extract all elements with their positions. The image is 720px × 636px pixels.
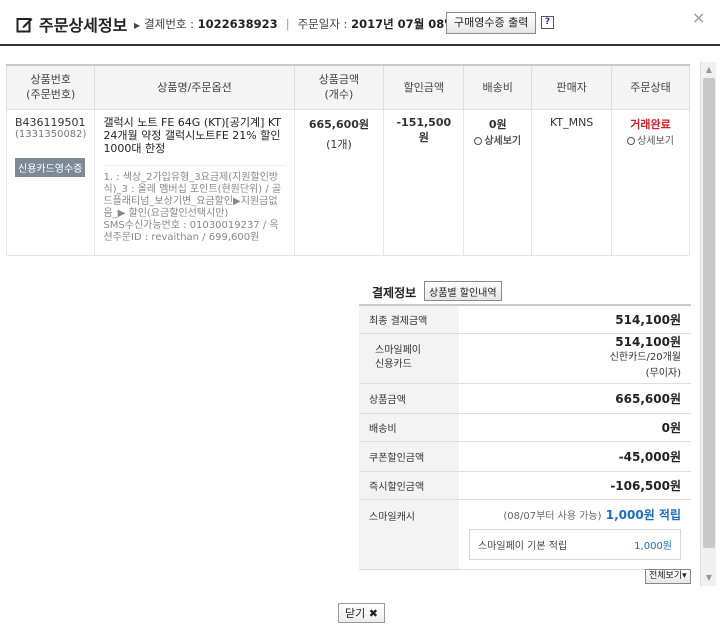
order-no: (1331350082): [15, 128, 87, 140]
order-table: 상품번호 (주문번호) 상품명/주문옵션 상품금액 (개수) 할인금액 배송비 판매…: [5, 64, 690, 256]
header-product-no: 상품번호 (주문번호): [5, 64, 96, 110]
cash-label: 스마일캐시: [359, 499, 459, 570]
scroll-up-icon[interactable]: ▲: [701, 62, 717, 78]
payment-no-label: 결제번호 :: [144, 17, 198, 31]
cash-box-value: 1,000원: [634, 540, 672, 552]
method-label: 스마일페이 신용카드: [359, 333, 459, 384]
table-header-row: 상품번호 (주문번호) 상품명/주문옵션 상품금액 (개수) 할인금액 배송비 판매…: [5, 64, 690, 110]
edit-icon: [16, 17, 33, 32]
header-price-text: 상품금액: [318, 73, 360, 87]
payment-row-final: 최종 결제금액 514,100원: [359, 304, 691, 334]
method-label-smilepay: 스마일페이: [375, 345, 421, 356]
product-no: B436119501: [15, 115, 86, 129]
status-detail-text: 상세보기: [637, 135, 674, 147]
header-qty-text: (개수): [324, 88, 354, 102]
cell-seller: KT_MNS: [531, 108, 613, 256]
product-name[interactable]: 갤럭시 노트 FE 64G (KT)[공기계] KT 24개월 약정 갤럭시노트…: [103, 116, 285, 155]
order-date: 2017년 07월 08일: [351, 17, 455, 31]
scrollbar[interactable]: ▲ ▼: [700, 62, 716, 586]
qty-value: (1개): [326, 137, 352, 151]
cell-product-name: 갤럭시 노트 FE 64G (KT)[공기계] KT 24개월 약정 갤럭시노트…: [94, 108, 295, 256]
payment-row-cash: 스마일캐시 (08/07부터 사용 가능) 1,000원 적립 스마일페이 기본…: [359, 499, 691, 570]
view-all-button[interactable]: 전체보기▾: [645, 569, 691, 584]
page-title: 주문상세정보: [16, 12, 127, 36]
cell-product-no: B436119501 (1331350082) 신용카드영수증: [5, 108, 96, 256]
price-value: 665,600원: [308, 117, 370, 131]
card-interest: (무이자): [645, 368, 681, 379]
coupon-value: -45,000원: [459, 441, 691, 472]
seller-value: KT_MNS: [550, 115, 594, 129]
payment-row-method: 스마일페이 신용카드 514,100원 신한카드/20개월 (무이자): [359, 333, 691, 384]
option-text: 1. : 색상_2가입유형_3요금제(지원할인방식)_3 : 올레 멤버십 포인…: [103, 171, 282, 219]
payment-table: 최종 결제금액 514,100원 스마일페이 신용카드 514,100원 신한카…: [359, 304, 691, 570]
payment-no: 1022638923: [197, 17, 278, 31]
shipping-label: 배송비: [359, 413, 459, 442]
final-value: 514,100원: [459, 304, 691, 334]
card-receipt-button[interactable]: 신용카드영수증: [15, 157, 86, 177]
chevron-right-icon: ▶: [134, 21, 141, 30]
method-label-card: 신용카드: [375, 359, 412, 370]
cell-status: 거래완료 상세보기: [611, 108, 690, 256]
close-button-label: 닫기: [345, 607, 366, 620]
discount-value: -151,500원: [396, 115, 452, 144]
cash-value-cell: (08/07부터 사용 가능) 1,000원 적립 스마일페이 기본 적립 1,…: [459, 499, 691, 570]
cash-note: (08/07부터 사용 가능): [503, 510, 602, 522]
shipping-detail-link[interactable]: 상세보기: [472, 132, 523, 147]
final-label: 최종 결제금액: [359, 304, 459, 334]
cell-discount: -151,500원: [383, 108, 465, 256]
shipping-total-value: 0원: [459, 413, 691, 442]
method-value: 514,100원 신한카드/20개월 (무이자): [459, 333, 691, 384]
header: 주문상세정보 ▶ 결제번호 : 1022638923 | 주문일자 : 2017년 0…: [0, 0, 720, 46]
header-product-no-text: 상품번호: [30, 73, 71, 87]
order-info: ▶ 결제번호 : 1022638923 | 주문일자 : 2017년 07월 08일: [134, 16, 455, 32]
method-amount: 514,100원: [615, 335, 681, 349]
divider: |: [285, 17, 290, 31]
status-badge: 거래완료: [630, 117, 671, 131]
cash-box-label: 스마일페이 기본 적립: [478, 540, 568, 552]
cell-price: 665,600원 (1개): [293, 108, 385, 256]
payment-title: 결제정보: [372, 286, 417, 300]
print-receipt-button[interactable]: 구매영수증 출력: [446, 12, 537, 34]
close-button[interactable]: 닫기 ✖: [338, 603, 385, 623]
order-date-label: 주문일자 :: [297, 17, 352, 31]
cash-value: 1,000원 적립: [605, 507, 681, 522]
payment-row-coupon: 쿠폰할인금액 -45,000원: [359, 441, 691, 472]
header-shipping: 배송비: [463, 64, 533, 110]
close-icon: ✖: [368, 607, 378, 620]
product-option: 1. : 색상_2가입유형_3요금제(지원할인방식)_3 : 올레 멤버십 포인…: [103, 164, 286, 244]
product-value: 665,600원: [459, 383, 691, 414]
shipping-value: 0원: [488, 117, 507, 131]
coupon-label: 쿠폰할인금액: [359, 441, 459, 472]
sms-text: SMS수신가능번호 : 01030019237 / 옥션주문ID : revai…: [103, 219, 279, 243]
header-discount: 할인금액: [383, 64, 465, 110]
scroll-thumb[interactable]: [703, 78, 715, 548]
payment-row-instant: 즉시할인금액 -106,500원: [359, 471, 691, 500]
instant-label: 즉시할인금액: [359, 471, 459, 500]
discount-detail-button[interactable]: 상품별 할인내역: [424, 281, 502, 301]
table-row: B436119501 (1331350082) 신용카드영수증 갤럭시 노트 F…: [5, 108, 690, 256]
header-name: 상품명/주문옵션: [94, 64, 295, 110]
header-seller: 판매자: [531, 64, 613, 110]
status-detail-link[interactable]: 상세보기: [620, 132, 681, 147]
close-icon[interactable]: ×: [692, 8, 705, 27]
instant-value: -106,500원: [459, 471, 691, 500]
payment-row-product: 상품금액 665,600원: [359, 383, 691, 414]
page-title-text: 주문상세정보: [39, 16, 128, 35]
card-installment: 신한카드/20개월: [609, 352, 681, 363]
shipping-detail-text: 상세보기: [484, 135, 522, 147]
header-price: 상품금액 (개수): [293, 64, 385, 110]
payment-row-shipping: 배송비 0원: [359, 413, 691, 442]
scroll-down-icon[interactable]: ▼: [701, 570, 717, 586]
cash-detail-box: 스마일페이 기본 적립 1,000원: [469, 528, 681, 560]
help-icon[interactable]: ?: [541, 16, 554, 29]
product-label: 상품금액: [359, 383, 459, 414]
search-icon: [627, 136, 636, 145]
cell-shipping: 0원 상세보기: [463, 108, 533, 256]
header-order-no-text: (주문번호): [26, 88, 76, 102]
header-status: 주문상태: [611, 64, 690, 110]
search-icon: [474, 136, 483, 145]
